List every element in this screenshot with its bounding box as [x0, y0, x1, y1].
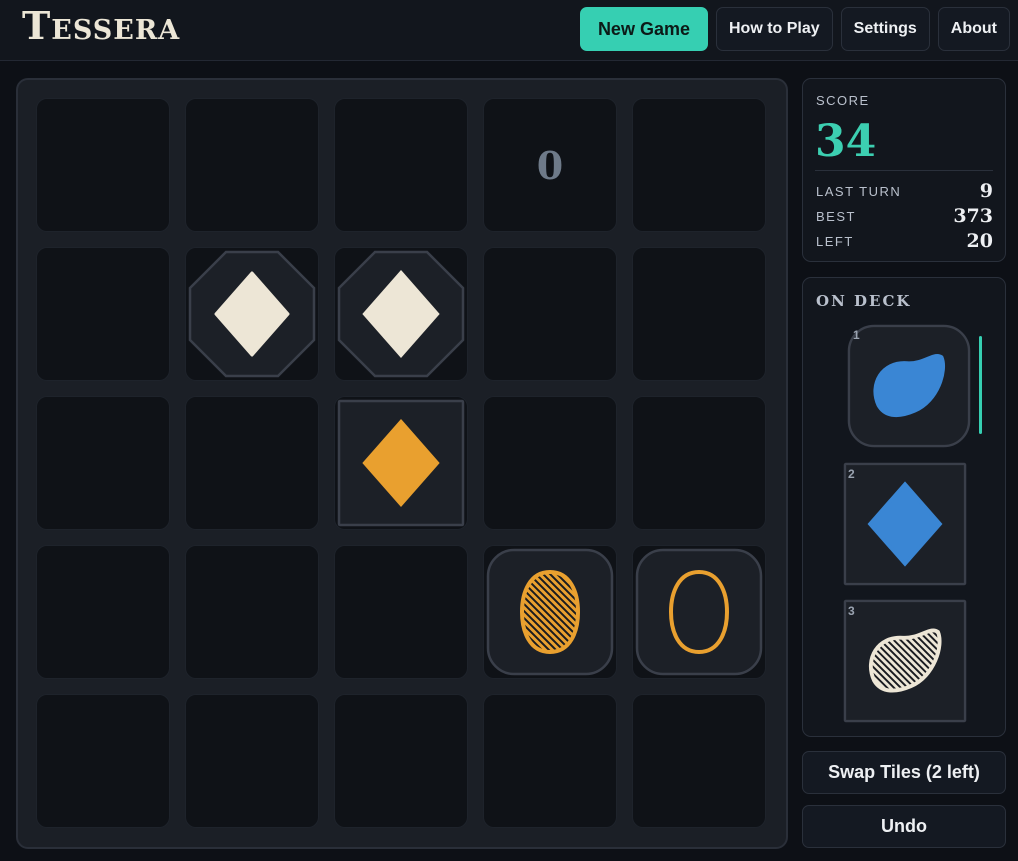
- score-value: 34: [815, 116, 877, 167]
- deck-index-label: 1: [853, 328, 860, 342]
- score-divider: [815, 170, 993, 171]
- board-cell[interactable]: [36, 247, 170, 381]
- orange-striped-diamond-tile[interactable]: [337, 399, 465, 527]
- last-turn-label: LAST TURN: [816, 183, 902, 199]
- board-cell[interactable]: [632, 545, 766, 679]
- board-cell[interactable]: [632, 694, 766, 828]
- undo-button[interactable]: Undo: [802, 805, 1006, 848]
- cream-solid-diamond-tile[interactable]: [188, 250, 316, 378]
- board-cell[interactable]: [36, 694, 170, 828]
- board-cell[interactable]: [334, 545, 468, 679]
- board-cell[interactable]: [185, 98, 319, 232]
- deck-index-label: 3: [848, 604, 855, 618]
- board-cell[interactable]: [334, 396, 468, 530]
- deck-cream-hatched-blob-tile[interactable]: [843, 599, 967, 723]
- game-board: 0: [16, 78, 788, 849]
- board-cell[interactable]: [632, 396, 766, 530]
- on-deck-title: ON DECK: [816, 292, 912, 310]
- new-game-button[interactable]: New Game: [579, 7, 708, 51]
- board-cell[interactable]: [185, 694, 319, 828]
- score-panel: SCORE 34 LAST TURN 9 BEST 373 LEFT 20: [802, 78, 1006, 262]
- deck-blue-striped-diamond-tile[interactable]: [843, 462, 967, 586]
- deck-index-label: 2: [848, 467, 855, 481]
- on-deck-panel: ON DECK 1 2 3: [802, 277, 1006, 737]
- top-bar: Tessera New Game How to Play Settings Ab…: [0, 0, 1018, 61]
- board-cell[interactable]: [334, 694, 468, 828]
- board-cell[interactable]: [632, 247, 766, 381]
- board-cell[interactable]: [185, 396, 319, 530]
- board-cell[interactable]: [36, 396, 170, 530]
- oval-icon: [486, 548, 614, 676]
- oval-icon: [635, 548, 763, 676]
- diamond-icon: [843, 462, 967, 586]
- how-to-play-button[interactable]: How to Play: [715, 7, 833, 51]
- board-cell[interactable]: [334, 247, 468, 381]
- nav-bar: New Game How to Play Settings About: [579, 7, 1010, 51]
- about-button[interactable]: About: [937, 7, 1010, 51]
- left-value: 20: [966, 230, 993, 252]
- best-row: BEST 373: [816, 205, 993, 227]
- board-cell[interactable]: [36, 545, 170, 679]
- board-cell[interactable]: [334, 98, 468, 232]
- board-cell[interactable]: [483, 545, 617, 679]
- blob-icon: [847, 324, 971, 448]
- deck-blue-solid-blob-tile[interactable]: [847, 324, 971, 448]
- orange-hatched-oval-tile[interactable]: [486, 548, 614, 676]
- last-turn-value: 9: [979, 180, 993, 202]
- diamond-icon: [188, 250, 316, 378]
- diamond-icon: [337, 399, 465, 527]
- best-label: BEST: [816, 208, 856, 224]
- board-cell[interactable]: [483, 396, 617, 530]
- board-cell[interactable]: [483, 694, 617, 828]
- left-label: LEFT: [816, 233, 854, 249]
- active-deck-indicator: [979, 336, 982, 434]
- board-cell[interactable]: [483, 247, 617, 381]
- cell-zero-marker: 0: [536, 142, 564, 188]
- best-value: 373: [953, 205, 993, 227]
- board-cell[interactable]: [632, 98, 766, 232]
- last-turn-row: LAST TURN 9: [816, 180, 993, 202]
- board-cell[interactable]: [185, 545, 319, 679]
- left-row: LEFT 20: [816, 230, 993, 252]
- app-logo: Tessera: [22, 3, 181, 48]
- orange-outline-oval-tile[interactable]: [635, 548, 763, 676]
- settings-button[interactable]: Settings: [840, 7, 930, 51]
- diamond-icon: [337, 250, 465, 378]
- board-cell[interactable]: [185, 247, 319, 381]
- board-cell[interactable]: 0: [483, 98, 617, 232]
- cream-striped-diamond-tile[interactable]: [337, 250, 465, 378]
- score-label: SCORE: [816, 93, 870, 108]
- blob-icon: [843, 599, 967, 723]
- swap-tiles-button[interactable]: Swap Tiles (2 left): [802, 751, 1006, 794]
- board-cell[interactable]: [36, 98, 170, 232]
